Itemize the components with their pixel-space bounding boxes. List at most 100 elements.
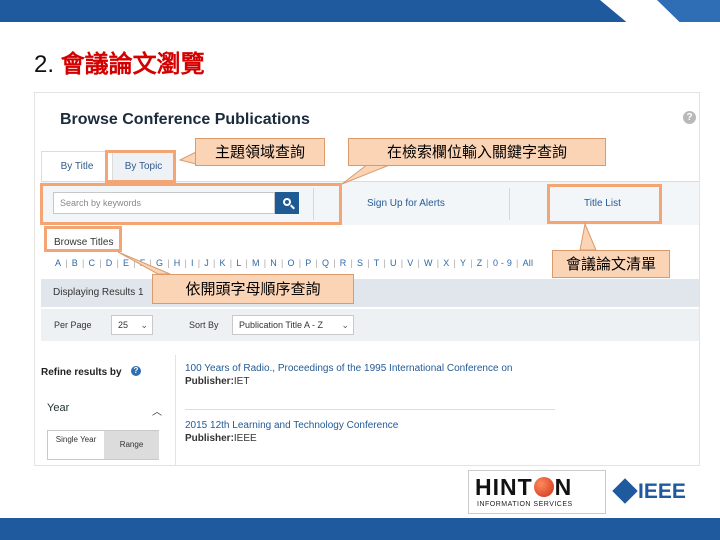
separator: | (133, 258, 136, 268)
alphabet-link[interactable]: I (191, 258, 194, 268)
separator: | (167, 258, 170, 268)
separator: | (245, 258, 249, 268)
alphabet-link[interactable]: B (72, 258, 78, 268)
separator: | (516, 258, 519, 268)
alphabet-link[interactable]: C (89, 258, 96, 268)
page-title: Browse Conference Publications (60, 111, 310, 128)
refine-results-title: Refine results by (41, 367, 122, 378)
hinton-word-right: N (554, 474, 573, 500)
separator: | (453, 258, 457, 268)
alphabet-link[interactable]: S (357, 258, 363, 268)
callout-keyword: 在檢索欄位輸入關鍵字查詢 (348, 138, 606, 166)
alphabet-link[interactable]: Q (322, 258, 329, 268)
alphabet-nav: A | B | C | D | E | F | G | H | I | J | K | L | M | N | O | P | Q | R | S | T |… (55, 258, 575, 268)
chevron-down-icon: ⌄ (140, 320, 148, 330)
separator: | (383, 258, 387, 268)
slide-title: 2. 會議論文瀏覽 (34, 44, 205, 79)
sign-up-alerts-link[interactable]: Sign Up for Alerts (367, 198, 445, 209)
alphabet-link[interactable]: Z (477, 258, 483, 268)
per-page-select[interactable]: 25 ⌄ (111, 315, 153, 335)
alphabet-link[interactable]: K (220, 258, 226, 268)
slide-title-text: 會議論文瀏覽 (60, 50, 205, 78)
result-publisher: Publisher:IEEE (185, 433, 398, 444)
hinton-wordmark: HINT N (475, 474, 572, 501)
alphabet-link[interactable]: J (204, 258, 209, 268)
bottom-bar (0, 518, 720, 540)
separator: | (350, 258, 354, 268)
alphabet-link[interactable]: F (140, 258, 146, 268)
help-icon[interactable]: ? (683, 111, 696, 124)
hinton-logo: HINT N INFORMATION SERVICES (468, 470, 606, 514)
alphabet-link[interactable]: 0 - 9 (493, 258, 512, 268)
highlight-title-list (547, 184, 662, 224)
separator: | (436, 258, 440, 268)
separator: | (229, 258, 233, 268)
separator: | (212, 258, 216, 268)
per-page-label: Per Page (54, 320, 92, 330)
single-year-option[interactable]: Single Year (48, 431, 104, 459)
alphabet-link[interactable]: R (340, 258, 347, 268)
separator: | (263, 258, 267, 268)
chevron-up-icon[interactable]: ︿ (152, 403, 162, 418)
callout-topic: 主題領域查詢 (195, 138, 325, 166)
separator: | (116, 258, 119, 268)
separator: | (470, 258, 473, 268)
alphabet-link[interactable]: X (443, 258, 449, 268)
publisher-label: Publisher: (185, 376, 234, 387)
globe-icon (533, 477, 554, 497)
highlight-by-topic (105, 150, 176, 183)
alphabet-link[interactable]: P (305, 258, 311, 268)
year-filter-label[interactable]: Year (47, 402, 69, 414)
alphabet-link[interactable]: H (174, 258, 181, 268)
separator: | (315, 258, 319, 268)
help-icon[interactable]: ? (131, 366, 141, 376)
sort-by-label: Sort By (189, 320, 219, 330)
callout-alpha: 依開頭字母順序查詢 (152, 274, 354, 304)
separator: | (417, 258, 421, 268)
hinton-word-left: HINT (475, 474, 533, 500)
divider (175, 355, 176, 465)
highlight-search (40, 183, 342, 225)
alphabet-link[interactable]: W (424, 258, 433, 268)
display-bar: Displaying Results 1 (41, 279, 699, 307)
result-title-link[interactable]: 100 Years of Radio., Proceedings of the … (185, 363, 512, 374)
alphabet-link[interactable]: M (252, 258, 260, 268)
ieee-wordmark: IEEE (638, 480, 686, 503)
alphabet-link[interactable]: T (374, 258, 380, 268)
controls-bar: Per Page 25 ⌄ Sort By Publication Title … (41, 309, 699, 341)
hinton-subtitle: INFORMATION SERVICES (477, 501, 573, 508)
alphabet-link[interactable]: L (236, 258, 241, 268)
tab-by-title[interactable]: By Title (41, 151, 113, 181)
result-title-link[interactable]: 2015 12th Learning and Technology Confer… (185, 420, 398, 431)
divider (185, 409, 555, 410)
publisher-name: IEEE (233, 433, 257, 444)
alphabet-link[interactable]: O (288, 258, 295, 268)
year-mode-toggle: Single Year Range (47, 430, 159, 460)
publisher-label: Publisher: (185, 433, 234, 444)
separator: | (197, 258, 201, 268)
chevron-down-icon: ⌄ (341, 320, 349, 330)
alphabet-link[interactable]: A (55, 258, 61, 268)
alphabet-link[interactable]: All (523, 258, 534, 268)
separator: | (65, 258, 68, 268)
range-option[interactable]: Range (104, 431, 159, 459)
alphabet-link[interactable]: N (270, 258, 277, 268)
sort-by-value: Publication Title A - Z (239, 320, 324, 330)
separator: | (149, 258, 152, 268)
separator: | (333, 258, 336, 268)
separator: | (298, 258, 302, 268)
sort-by-select[interactable]: Publication Title A - Z ⌄ (232, 315, 354, 335)
alphabet-link[interactable]: V (407, 258, 413, 268)
per-page-value: 25 (118, 320, 129, 330)
alphabet-link[interactable]: D (106, 258, 113, 268)
slide-number: 2. (34, 51, 55, 78)
alphabet-link[interactable]: Y (460, 258, 466, 268)
alphabet-link[interactable]: U (390, 258, 397, 268)
callout-title-list: 會議論文清單 (552, 250, 670, 278)
separator: | (99, 258, 102, 268)
separator: | (280, 258, 284, 268)
highlight-browse-titles (44, 226, 122, 252)
alphabet-link[interactable]: G (156, 258, 163, 268)
display-count-text: Displaying Results 1 (53, 287, 144, 298)
alphabet-link[interactable]: E (123, 258, 129, 268)
